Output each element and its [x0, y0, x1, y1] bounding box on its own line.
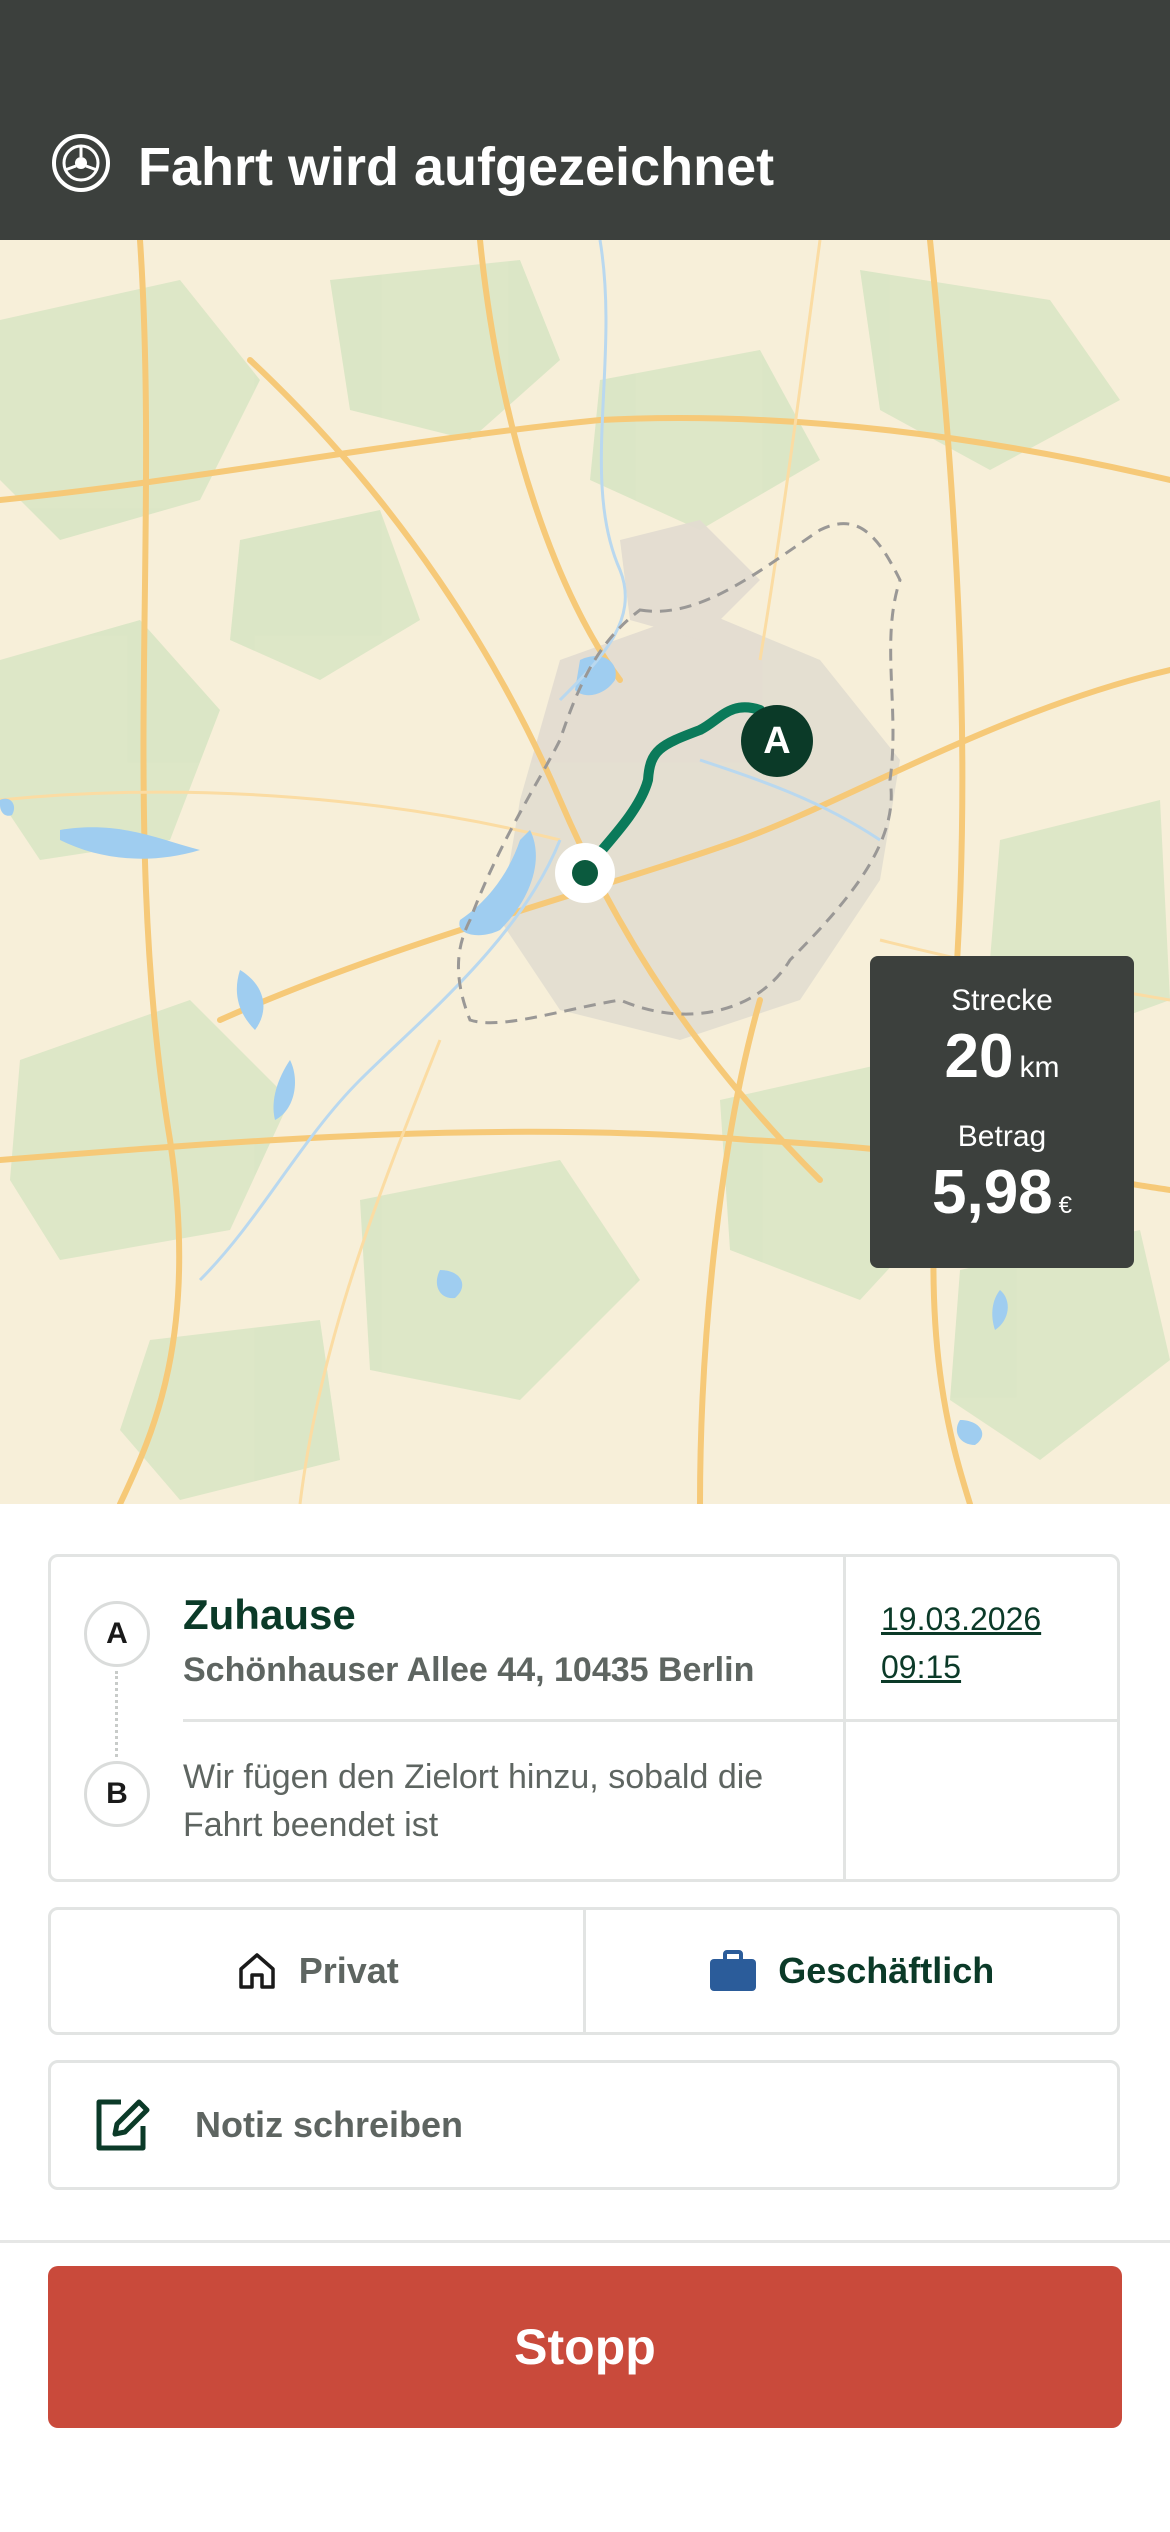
start-point-badge: A	[84, 1601, 150, 1667]
distance-unit: km	[1019, 1051, 1060, 1084]
bottom-divider	[0, 2240, 1170, 2243]
app-header: Fahrt wird aufgezeichnet	[0, 0, 1170, 240]
amount-label: Betrag	[957, 1120, 1047, 1153]
start-datetime-link[interactable]: 19.03.2026 09:15	[881, 1595, 1041, 1691]
start-time[interactable]: 09:15	[881, 1643, 1041, 1691]
end-point-badge: B	[84, 1761, 150, 1827]
business-option[interactable]: Geschäftlich	[586, 1910, 1118, 2032]
start-marker-label: A	[763, 719, 791, 762]
business-label: Geschäftlich	[778, 1950, 995, 1991]
route-connector	[115, 1671, 118, 1757]
steering-wheel-icon	[52, 134, 110, 192]
edit-note-icon	[96, 2099, 150, 2151]
amount-value: 5,98	[931, 1158, 1053, 1227]
note-placeholder: Notiz schreiben	[195, 2104, 464, 2145]
route-card-divider	[843, 1557, 846, 1879]
distance-value: 20	[944, 1022, 1014, 1091]
trip-category-toggle: Privat Geschäftlich	[48, 1907, 1120, 2035]
page-title: Fahrt wird aufgezeichnet	[138, 137, 775, 197]
map-background	[0, 240, 1170, 1504]
distance-value-row: 20 km	[870, 1026, 1134, 1088]
amount-value-row: 5,98 €	[870, 1162, 1134, 1224]
private-label: Privat	[298, 1950, 399, 1991]
map-view[interactable]: A Strecke 20 km Betrag 5,98 €	[0, 240, 1170, 1504]
start-location-name: Zuhause	[183, 1591, 356, 1638]
destination-info: Wir fügen den Zielort hinzu, sobald die …	[183, 1758, 764, 1844]
start-location-address: Schönhauser Allee 44, 10435 Berlin	[183, 1651, 755, 1689]
distance-label: Strecke	[951, 984, 1053, 1017]
stop-button[interactable]: Stopp	[48, 2266, 1122, 2428]
amount-unit: €	[1058, 1192, 1073, 1219]
route-card-row-divider	[183, 1719, 1120, 1722]
start-date[interactable]: 19.03.2026	[881, 1595, 1041, 1643]
route-card: A B Zuhause Schönhauser Allee 44, 10435 …	[48, 1554, 1120, 1882]
private-option[interactable]: Privat	[51, 1910, 586, 2032]
briefcase-icon	[710, 1950, 757, 1991]
trip-stats-overlay: Strecke 20 km Betrag 5,98 €	[870, 956, 1134, 1268]
house-icon	[238, 1953, 275, 1989]
note-field[interactable]: Notiz schreiben	[48, 2060, 1120, 2190]
